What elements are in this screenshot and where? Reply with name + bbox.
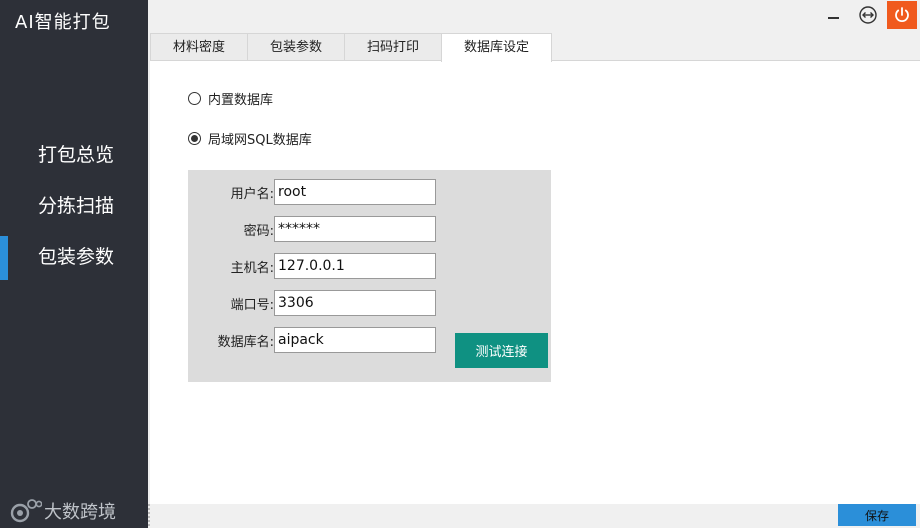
- tab-scan-print[interactable]: 扫码打印: [344, 33, 443, 60]
- sidebar-item-label: 打包总览: [38, 144, 115, 166]
- database-settings-panel: 内置数据库 局域网SQL数据库 用户名: 密码: 主机名: 端口号:: [150, 60, 920, 504]
- host-row: 主机名:: [188, 253, 436, 279]
- power-icon: [895, 7, 909, 22]
- sidebar-nav: 打包总览 分拣扫描 包装参数: [0, 130, 148, 283]
- username-field[interactable]: [274, 179, 436, 205]
- resize-icon: [859, 6, 877, 24]
- port-row: 端口号:: [188, 290, 436, 316]
- resize-grip: [148, 504, 152, 526]
- power-button[interactable]: [887, 1, 917, 29]
- radio-button[interactable]: [188, 132, 201, 145]
- tab-bar: 材料密度 包装参数 扫码打印 数据库设定: [150, 33, 553, 62]
- sidebar-item-sorting-scan[interactable]: 分拣扫描: [0, 181, 148, 232]
- password-row: 密码:: [188, 216, 436, 242]
- brand-name: 大数跨境: [44, 502, 116, 523]
- tab-database-settings[interactable]: 数据库设定: [441, 33, 553, 62]
- app-title: AI智能打包: [15, 12, 111, 33]
- sidebar-item-overview[interactable]: 打包总览: [0, 130, 148, 181]
- radio-label: 局域网SQL数据库: [208, 133, 312, 148]
- radio-button[interactable]: [188, 92, 201, 105]
- sidebar-item-packing-params[interactable]: 包装参数: [0, 232, 148, 283]
- database-name-row: 数据库名:: [188, 327, 436, 353]
- sidebar-item-label: 分拣扫描: [38, 195, 115, 217]
- window-controls: [815, 0, 920, 30]
- tab-packing-params[interactable]: 包装参数: [247, 33, 346, 60]
- host-field[interactable]: [274, 253, 436, 279]
- tab-material-density[interactable]: 材料密度: [150, 33, 249, 60]
- sidebar-item-label: 包装参数: [38, 246, 115, 268]
- port-label: 端口号:: [230, 297, 274, 313]
- minimize-icon: [828, 17, 839, 19]
- resize-button[interactable]: [853, 1, 883, 29]
- password-label: 密码:: [243, 223, 274, 239]
- database-name-field[interactable]: [274, 327, 436, 353]
- test-connection-button[interactable]: 测试连接: [455, 333, 548, 368]
- password-field[interactable]: [274, 216, 436, 242]
- port-field[interactable]: [274, 290, 436, 316]
- radio-label: 内置数据库: [208, 93, 274, 108]
- username-row: 用户名:: [188, 179, 436, 205]
- radio-lan-sql-database[interactable]: 局域网SQL数据库: [188, 129, 312, 148]
- minimize-button[interactable]: [819, 1, 849, 29]
- main-area: 材料密度 包装参数 扫码打印 数据库设定 内置数据库 局域网SQL数据库 用户名…: [148, 0, 920, 528]
- sidebar: AI智能打包 打包总览 分拣扫描 包装参数 大数跨境: [0, 0, 148, 528]
- brand-logo-icon: [10, 499, 42, 523]
- brand-footer: 大数跨境: [8, 496, 116, 526]
- radio-builtin-database[interactable]: 内置数据库: [188, 89, 273, 108]
- username-label: 用户名:: [230, 186, 274, 202]
- status-bar: [148, 504, 920, 528]
- save-button[interactable]: 保存: [838, 504, 916, 526]
- database-name-label: 数据库名:: [217, 334, 274, 350]
- db-connection-box: 用户名: 密码: 主机名: 端口号: 数据库名: 测试连接: [188, 170, 551, 382]
- host-label: 主机名:: [230, 260, 274, 276]
